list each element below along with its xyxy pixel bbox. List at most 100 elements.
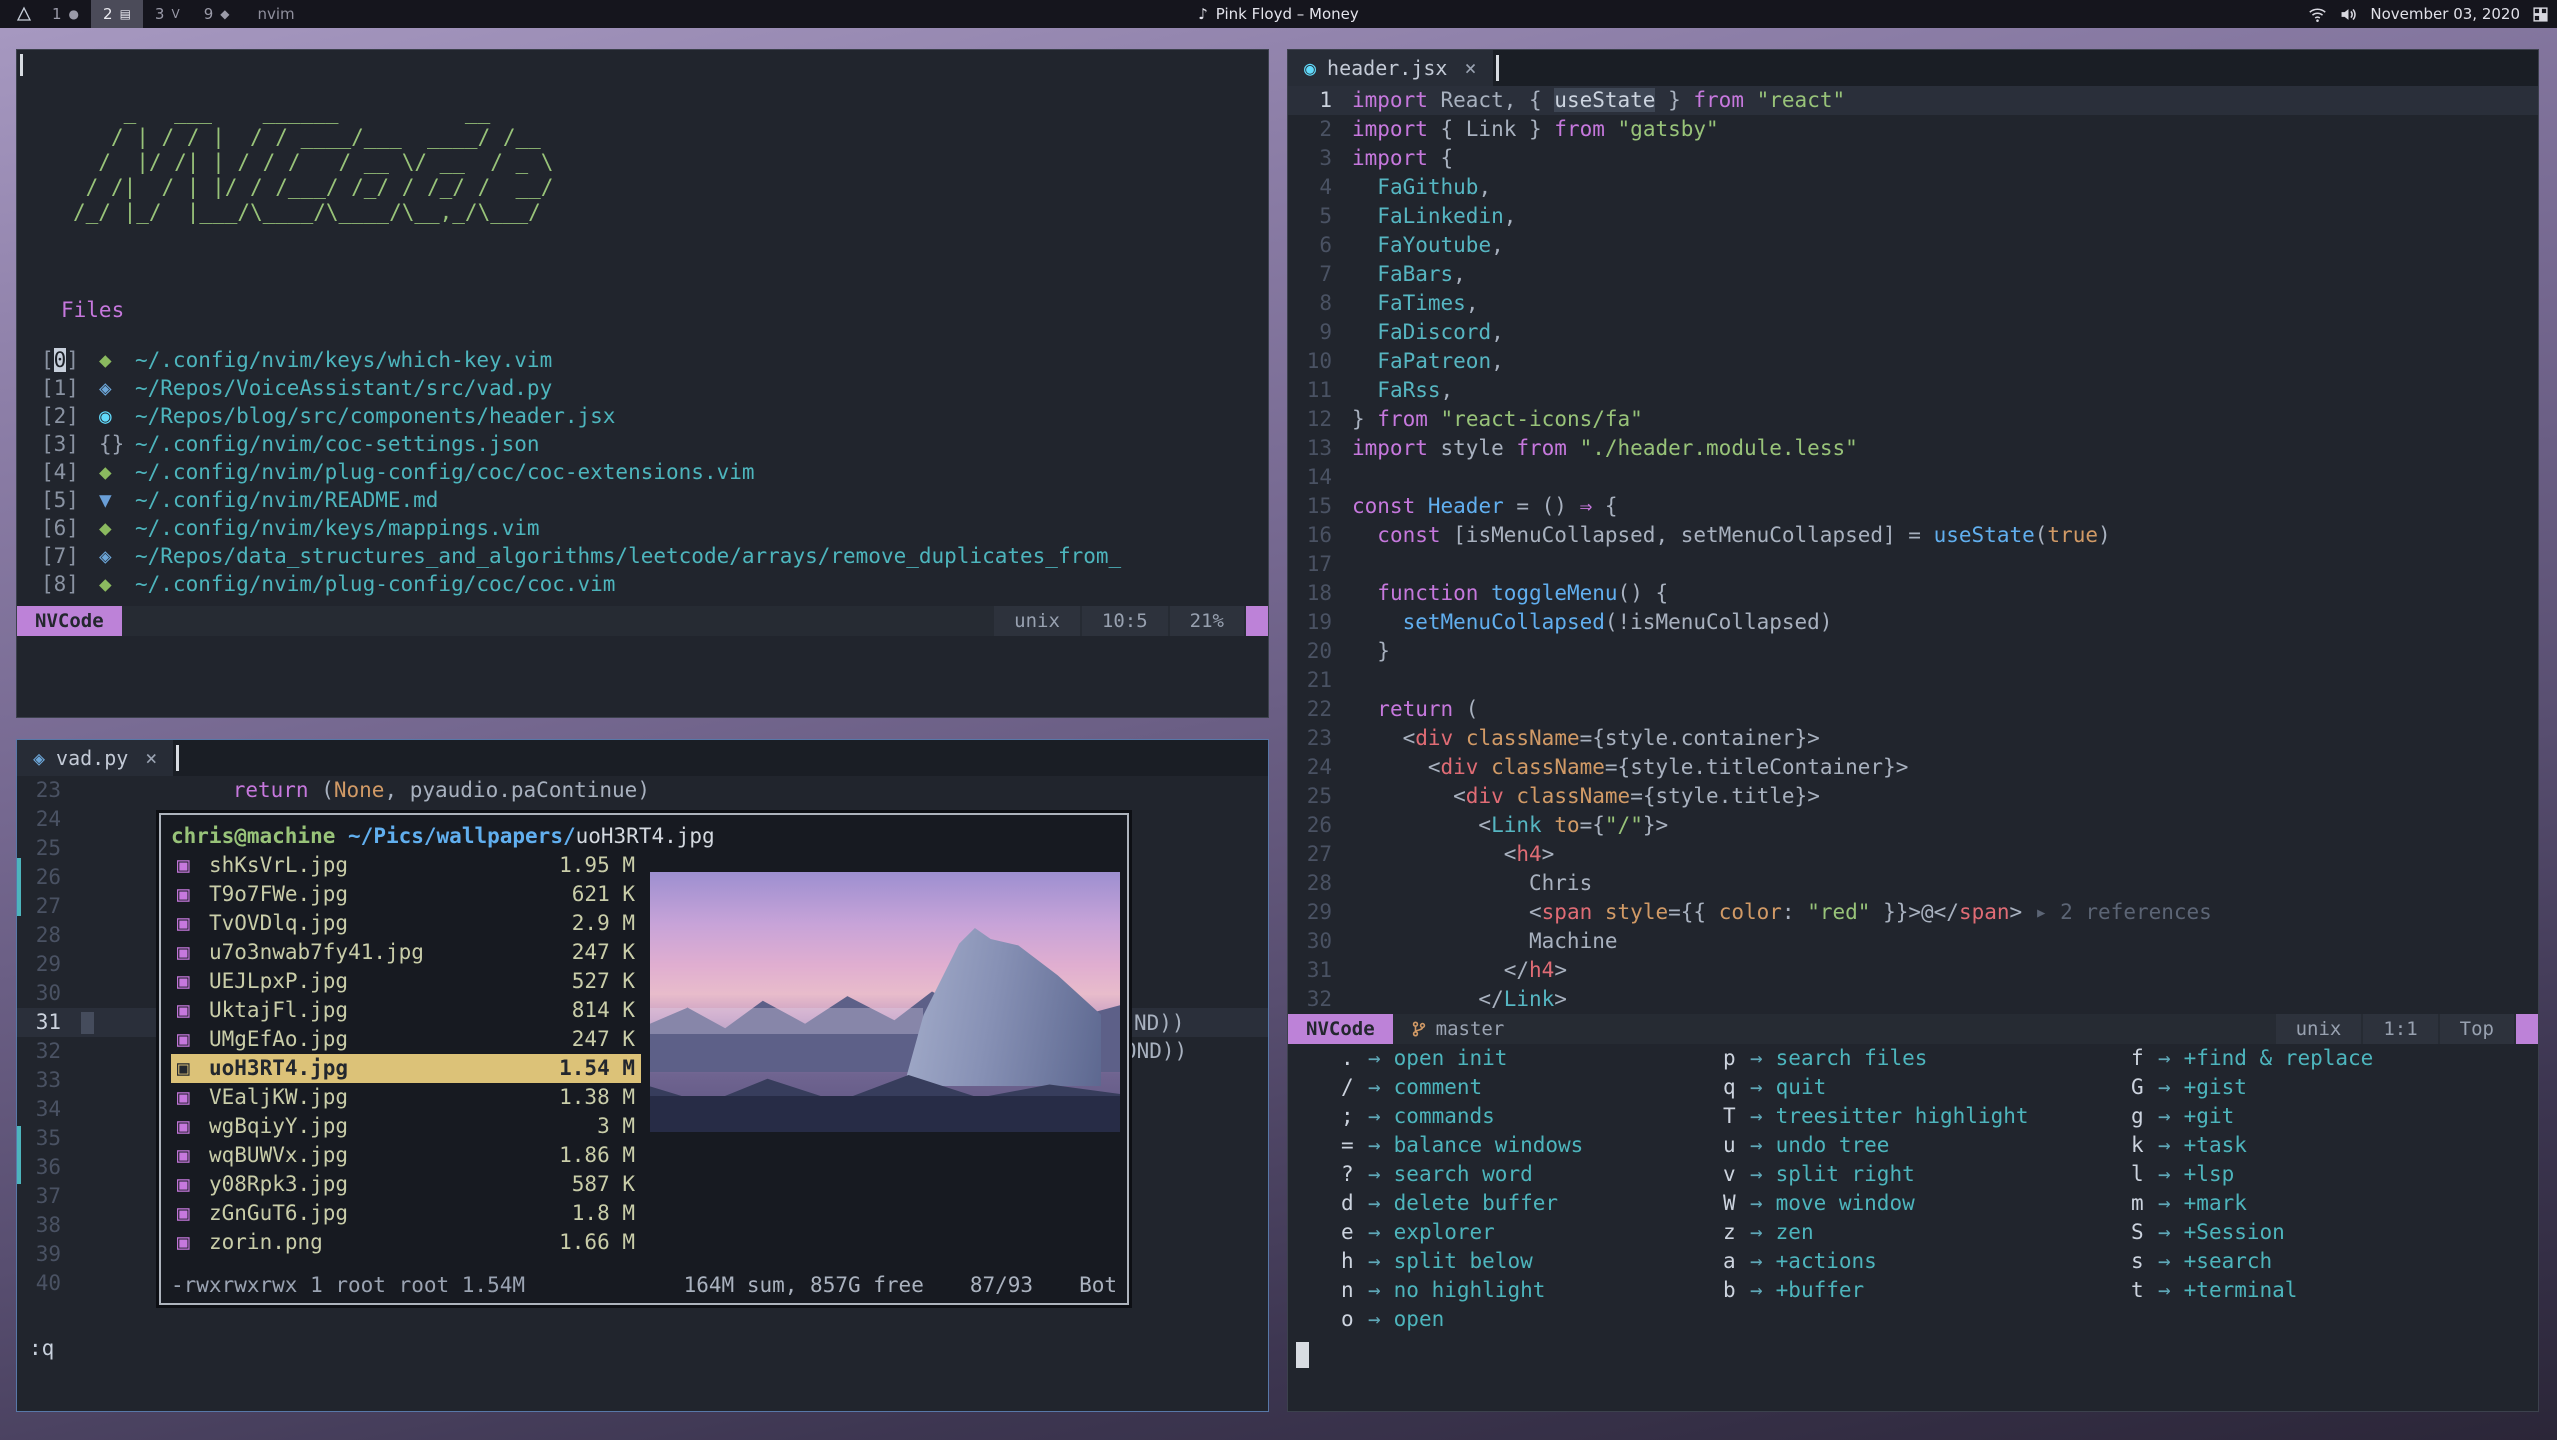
recent-file-item[interactable]: [3]{}~/.config/nvim/coc-settings.json <box>41 430 1258 458</box>
code-line[interactable]: 22 return ( <box>1288 695 2538 724</box>
recent-file-item[interactable]: [2]◉~/Repos/blog/src/components/header.j… <box>41 402 1258 430</box>
code-line[interactable]: 28 Chris <box>1288 869 2538 898</box>
code-line[interactable]: 3import { <box>1288 144 2538 173</box>
code-line[interactable]: 2import { Link } from "gatsby" <box>1288 115 2538 144</box>
whichkey-binding[interactable]: =→balance windows <box>1341 1131 1583 1160</box>
whichkey-binding[interactable]: T→treesitter highlight <box>1723 1102 2029 1131</box>
ranger-file-row[interactable]: ▣wgBqiyY.jpg3 M <box>171 1112 641 1141</box>
code-line[interactable]: 21 <box>1288 666 2538 695</box>
ranger-file-row[interactable]: ▣zGnGuT6.jpg1.8 M <box>171 1199 641 1228</box>
whichkey-binding[interactable]: ?→search word <box>1341 1160 1583 1189</box>
whichkey-binding[interactable]: G→+gist <box>2131 1073 2373 1102</box>
whichkey-binding[interactable]: e→explorer <box>1341 1218 1583 1247</box>
code-line[interactable]: 25 <div className={style.title}> <box>1288 782 2538 811</box>
whichkey-binding[interactable]: k→+task <box>2131 1131 2373 1160</box>
whichkey-binding[interactable]: v→split right <box>1723 1160 2029 1189</box>
command-line[interactable]: :q <box>29 1336 54 1360</box>
tab-vad-py[interactable]: ◈ vad.py × <box>17 740 173 776</box>
code-line[interactable]: 31 </h4> <box>1288 956 2538 985</box>
code-line[interactable]: 13import style from "./header.module.les… <box>1288 434 2538 463</box>
whichkey-binding[interactable]: z→zen <box>1723 1218 2029 1247</box>
code-line[interactable]: 17 <box>1288 550 2538 579</box>
code-line[interactable]: 23 return (None, pyaudio.paContinue) <box>17 776 1268 805</box>
code-line[interactable]: 9 FaDiscord, <box>1288 318 2538 347</box>
code-line[interactable]: 26 <Link to={"/"}> <box>1288 811 2538 840</box>
code-line[interactable]: 18 function toggleMenu() { <box>1288 579 2538 608</box>
ranger-file-row[interactable]: ▣VEaljKW.jpg1.38 M <box>171 1083 641 1112</box>
ranger-file-row[interactable]: ▣wqBUWVx.jpg1.86 M <box>171 1141 641 1170</box>
whichkey-column-2: p→search filesq→quitT→treesitter highlig… <box>1723 1044 2029 1305</box>
workspace-2[interactable]: 2▤ <box>91 0 143 28</box>
code-line[interactable]: 8 FaTimes, <box>1288 289 2538 318</box>
whichkey-binding[interactable]: q→quit <box>1723 1073 2029 1102</box>
ranger-file-row[interactable]: ▣UEJLpxP.jpg527 K <box>171 967 641 996</box>
whichkey-binding[interactable]: W→move window <box>1723 1189 2029 1218</box>
whichkey-binding[interactable]: S→+Session <box>2131 1218 2373 1247</box>
recent-file-item[interactable]: [6]◆~/.config/nvim/keys/mappings.vim <box>41 514 1258 542</box>
date-display[interactable]: November 03, 2020 <box>2370 5 2520 23</box>
whichkey-binding[interactable]: ;→commands <box>1341 1102 1583 1131</box>
ranger-file-row[interactable]: ▣uoH3RT4.jpg1.54 M <box>171 1054 641 1083</box>
whichkey-binding[interactable]: l→+lsp <box>2131 1160 2373 1189</box>
code-line[interactable]: 30 Machine <box>1288 927 2538 956</box>
wifi-icon[interactable] <box>2308 6 2327 23</box>
code-line[interactable]: 7 FaBars, <box>1288 260 2538 289</box>
whichkey-binding[interactable]: m→+mark <box>2131 1189 2373 1218</box>
layout-grid-icon[interactable] <box>2532 6 2549 23</box>
tab-header-jsx[interactable]: ◉ header.jsx × <box>1288 50 1493 86</box>
code-line[interactable]: 20 } <box>1288 637 2538 666</box>
code-line[interactable]: 5 FaLinkedin, <box>1288 202 2538 231</box>
recent-file-item[interactable]: [0]◆~/.config/nvim/keys/which-key.vim <box>41 346 1258 374</box>
tab-close-icon[interactable]: × <box>1464 56 1476 80</box>
arch-logo-icon[interactable] <box>8 6 40 22</box>
code-line[interactable]: 14 <box>1288 463 2538 492</box>
whichkey-binding[interactable]: b→+buffer <box>1723 1276 2029 1305</box>
code-line[interactable]: 19 setMenuCollapsed(!isMenuCollapsed) <box>1288 608 2538 637</box>
ranger-file-row[interactable]: ▣zorin.png1.66 M <box>171 1228 641 1257</box>
code-line[interactable]: 27 <h4> <box>1288 840 2538 869</box>
whichkey-binding[interactable]: h→split below <box>1341 1247 1583 1276</box>
code-line[interactable]: 10 FaPatreon, <box>1288 347 2538 376</box>
whichkey-binding[interactable]: a→+actions <box>1723 1247 2029 1276</box>
whichkey-binding[interactable]: n→no highlight <box>1341 1276 1583 1305</box>
ranger-file-row[interactable]: ▣shKsVrL.jpg1.95 M <box>171 851 641 880</box>
whichkey-binding[interactable]: .→open init <box>1341 1044 1583 1073</box>
whichkey-binding[interactable]: d→delete buffer <box>1341 1189 1583 1218</box>
tab-close-icon[interactable]: × <box>145 746 157 770</box>
whichkey-binding[interactable]: o→open <box>1341 1305 1583 1334</box>
whichkey-binding[interactable]: t→+terminal <box>2131 1276 2373 1305</box>
whichkey-binding[interactable]: p→search files <box>1723 1044 2029 1073</box>
recent-file-item[interactable]: [1]◈~/Repos/VoiceAssistant/src/vad.py <box>41 374 1258 402</box>
code-line[interactable]: 32 </Link> <box>1288 985 2538 1014</box>
whichkey-binding[interactable]: s→+search <box>2131 1247 2373 1276</box>
ranger-file-row[interactable]: ▣y08Rpk3.jpg587 K <box>171 1170 641 1199</box>
now-playing[interactable]: ♪ Pink Floyd – Money <box>1198 5 1359 23</box>
code-line[interactable]: 12} from "react-icons/fa" <box>1288 405 2538 434</box>
workspace-1[interactable]: 1● <box>40 0 91 28</box>
ranger-file-row[interactable]: ▣UktajFl.jpg814 K <box>171 996 641 1025</box>
ranger-file-row[interactable]: ▣T9o7FWe.jpg621 K <box>171 880 641 909</box>
whichkey-binding[interactable]: f→+find & replace <box>2131 1044 2373 1073</box>
recent-file-item[interactable]: [8]◆~/.config/nvim/plug-config/coc/coc.v… <box>41 570 1258 598</box>
code-line[interactable]: 24 <div className={style.titleContainer}… <box>1288 753 2538 782</box>
code-line[interactable]: 15const Header = () ⇒ { <box>1288 492 2538 521</box>
recent-file-item[interactable]: [5]▼~/.config/nvim/README.md <box>41 486 1258 514</box>
recent-file-item[interactable]: [7]◈~/Repos/data_structures_and_algorith… <box>41 542 1258 570</box>
whichkey-binding[interactable]: /→comment <box>1341 1073 1583 1102</box>
code-line[interactable]: 16 const [isMenuCollapsed, setMenuCollap… <box>1288 521 2538 550</box>
code-line[interactable]: 1import React, { useState } from "react" <box>1288 86 2538 115</box>
code-line[interactable]: 11 FaRss, <box>1288 376 2538 405</box>
ranger-file-row[interactable]: ▣TvOVDlq.jpg2.9 M <box>171 909 641 938</box>
workspace-9[interactable]: 9◆ <box>192 0 242 28</box>
whichkey-binding[interactable]: u→undo tree <box>1723 1131 2029 1160</box>
ranger-file-row[interactable]: ▣UMgEfAo.jpg247 K <box>171 1025 641 1054</box>
ranger-file-row[interactable]: ▣u7o3nwab7fy41.jpg247 K <box>171 938 641 967</box>
recent-file-item[interactable]: [4]◆~/.config/nvim/plug-config/coc/coc-e… <box>41 458 1258 486</box>
code-line[interactable]: 29 <span style={{ color: "red" }}>@</spa… <box>1288 898 2538 927</box>
workspace-3[interactable]: 3V <box>143 0 192 28</box>
code-line[interactable]: 4 FaGithub, <box>1288 173 2538 202</box>
whichkey-binding[interactable]: g→+git <box>2131 1102 2373 1131</box>
volume-icon[interactable] <box>2339 6 2358 23</box>
code-line[interactable]: 6 FaYoutube, <box>1288 231 2538 260</box>
code-line[interactable]: 23 <div className={style.container}> <box>1288 724 2538 753</box>
